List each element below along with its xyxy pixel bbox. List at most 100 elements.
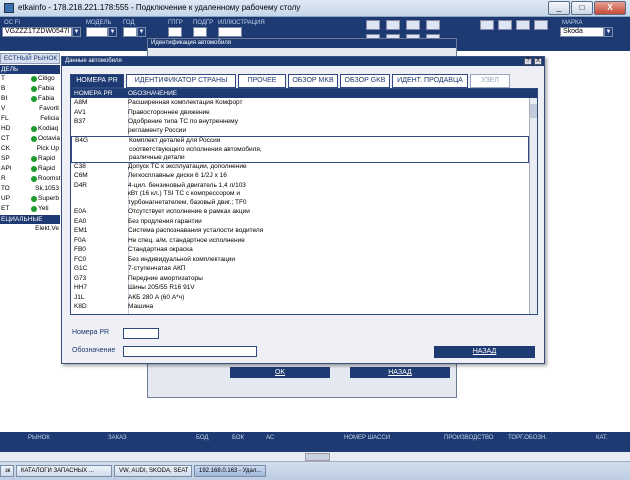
table-row[interactable]: EA0 Без продления гарантии [71,218,529,228]
print-icon[interactable] [366,20,380,30]
tab-gkb[interactable]: ОБЗОР GKB [340,74,390,88]
sidebar-row[interactable]: API Rapid [0,164,60,174]
tab-pr-numbers[interactable]: НОМЕРА PR [70,74,124,88]
table-row[interactable]: F0A Не спец. а/м, стандартное исполнение [71,237,529,247]
copy-icon[interactable] [386,20,400,30]
sidebar-row[interactable]: CK Pick Up [0,144,60,154]
status-bod: БОД [196,435,209,441]
status-bok: БОК [232,435,245,441]
designation-cell: Допуск ТС к эксплуатации, дополнение [128,163,518,172]
available-dot-icon [31,76,37,82]
tool-icon-2[interactable] [498,20,512,30]
sidebar-row[interactable]: SP Rapid [0,154,60,164]
sidebar-row[interactable]: CT Octavia [0,134,60,144]
tab-mkb[interactable]: ОБЗОР MKB [288,74,338,88]
tool-icon-4[interactable] [534,20,548,30]
bg-back-button[interactable]: НАЗАД [350,367,450,378]
model-field[interactable] [86,27,108,37]
sidebar-row[interactable]: B Fabia [0,84,60,94]
available-dot-icon [31,136,37,142]
designation-line: Система распознавания усталости водителя [128,227,264,234]
tool-icon-3[interactable] [516,20,530,30]
table-row[interactable]: C38 Допуск ТС к эксплуатации, дополнение [71,163,529,173]
table-row[interactable]: K8D Машина [71,303,529,313]
illustration-field[interactable] [218,27,242,37]
column-designation[interactable]: ОБОЗНАЧЕНИЕ [128,89,177,98]
horizontal-scrollbar[interactable] [0,452,630,462]
sidebar-row[interactable]: FL Felicia [0,114,60,124]
table-scrollbar[interactable] [529,98,537,314]
tool-icon-1[interactable] [480,20,494,30]
subgroup-field[interactable] [193,27,207,37]
sidebar-row-model: Octavia [38,135,61,142]
column-pr-number[interactable]: НОМЕРА PR [74,89,113,98]
table-row[interactable]: HH7 Шины 205/55 R16 91V [71,284,529,294]
designation-cell: Комплект деталей для России соответствующ… [129,137,519,163]
table-row[interactable]: J1L АКБ 280 A (60 А*ч) [71,294,529,304]
pr-code-cell: B37 [74,118,86,125]
group-field[interactable] [168,27,182,37]
table-row[interactable]: AV1 Правостороннее движение [71,109,529,119]
tab-local-market[interactable]: ЕСТНЫЙ РЫНОК [0,53,60,64]
cart-icon[interactable] [426,20,440,30]
tab-country-id[interactable]: ИДЕНТИФИКАТОР СТРАНЫ [126,74,236,88]
sidebar-row[interactable]: UP Superb [0,194,60,204]
sidebar-row[interactable]: BI Fabia [0,94,60,104]
table-row[interactable]: D4R 4-цил. бензиновый двигатель 1,4 л/103… [71,182,529,209]
year-field[interactable] [123,27,137,37]
tab-dealer-id[interactable]: ИДЕНТ. ПРОДАВЦА [392,74,468,88]
table-row[interactable]: FB0 Стандартная окраска [71,246,529,256]
note-icon[interactable] [406,20,420,30]
brand-dropdown[interactable]: ▼ [604,27,613,37]
table-row[interactable]: B4G Комплект деталей для России соответств… [71,136,529,163]
table-row[interactable]: FC0 Без индивидуальной комплектации [71,256,529,266]
designation-input[interactable] [123,346,257,357]
taskbar-item[interactable]: VW, AUDI, SKODA, SEAT [114,465,192,477]
ok-button[interactable]: OK [230,367,330,378]
designation-cell: Отсутствует исполнение в рамках акции [128,208,518,217]
tab-other[interactable]: ПРОЧЕЕ [238,74,286,88]
sidebar-row-model: Fabia [38,85,55,92]
taskbar-item[interactable]: зк [0,465,14,477]
close-button[interactable]: X [594,1,626,15]
taskbar-item[interactable]: КАТАЛОГИ ЗАПАСНЫХ ... [16,465,112,477]
sidebar-row-label: Elekt.Ve [35,225,59,232]
table-row[interactable]: B37 Одобрение типа ТС по внутреннему регла… [71,118,529,136]
sidebar-row[interactable]: ТО Sk.1053 [0,184,60,194]
sidebar-row[interactable]: V Favorit [0,104,60,114]
available-dot-icon [31,126,37,132]
minimize-button[interactable]: _ [548,1,570,15]
designation-line: Легкосплавные диски 6 1/2J x 16 [128,172,227,179]
hscroll-thumb[interactable] [305,453,330,461]
taskbar-item[interactable]: 192.168.0.163 - Удал... [194,465,266,477]
dialog-close-button[interactable]: X [534,58,542,65]
year-dropdown[interactable]: ▼ [137,27,146,37]
table-row[interactable]: G73 Передние амортизаторы [71,275,529,285]
sidebar-row[interactable]: T Citigo [0,74,60,84]
brand-field[interactable]: Skoda [560,27,604,37]
pr-code-cell: FC0 [74,255,87,263]
table-row[interactable]: G1C 7-ступенчатая АКП [71,265,529,275]
model-dropdown[interactable]: ▼ [108,27,117,37]
sidebar-row[interactable]: HD Kodiaq [0,124,60,134]
designation-cell: Без индивидуальной комплектации [128,256,518,265]
sidebar-row[interactable]: R Roomst [0,174,60,184]
vin-dropdown[interactable]: ▼ [72,27,81,37]
maximize-button[interactable]: □ [571,1,593,15]
sidebar-row-special[interactable]: Elekt.Ve [0,224,60,234]
sidebar-row[interactable]: ET Yeti [0,204,60,214]
designation-cell: АКБ 280 A (60 А*ч) [128,294,518,303]
help-button[interactable]: ? [524,58,532,65]
table-row[interactable]: C6M Легкосплавные диски 6 1/2J x 16 [71,172,529,182]
table-row[interactable]: E0A Отсутствует исполнение в рамках акции [71,208,529,218]
table-row[interactable]: EM1 Система распознавания усталости водит… [71,227,529,237]
table-row[interactable]: A8M Расширенная комплектация Комфорт [71,99,529,109]
back-button[interactable]: НАЗАД [434,346,535,358]
designation-cell: Правостороннее движение [128,109,518,118]
pr-number-input[interactable] [123,328,159,339]
designation-cell: 4-цил. бензиновый двигатель 1,4 л/103 кВт… [128,182,518,208]
sidebar-row-code: T [1,75,5,82]
pr-code-cell: HH7 [74,284,88,291]
scroll-thumb[interactable] [530,104,537,118]
vin-field[interactable]: VGZZZ1TZDW0547I [2,27,72,37]
